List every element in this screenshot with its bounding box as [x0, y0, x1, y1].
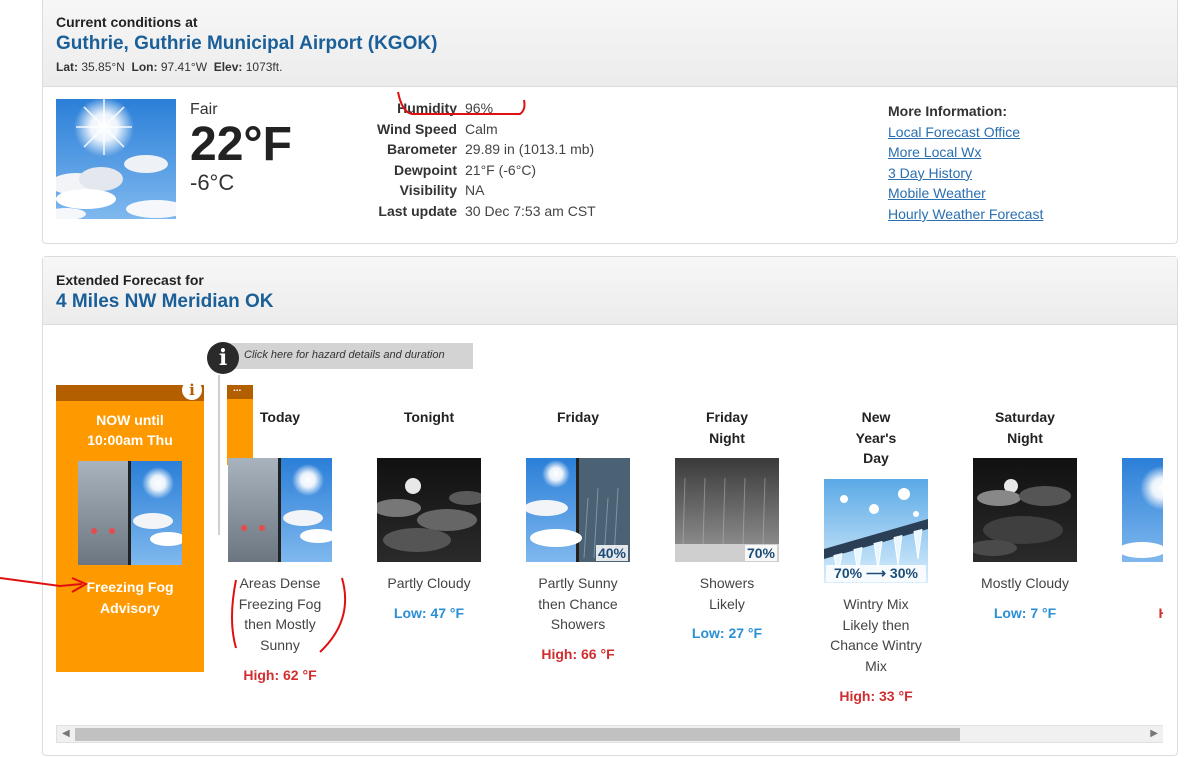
detail-key: Humidity — [397, 100, 457, 116]
period-name: Today — [259, 409, 301, 425]
hazard-now-title: NOW until 10:00am Thu — [87, 412, 173, 448]
scroll-left-icon[interactable]: ◀ — [62, 728, 70, 739]
forecast-period[interactable]: Today Areas Dense Freezing Fog then Mostly S… — [215, 407, 345, 683]
period-description: Partly Sunny then Chance Showers — [538, 575, 618, 633]
current-conditions-panel: Current conditions at Guthrie, Guthrie M… — [42, 0, 1178, 244]
detail-value: 30 Dec 7:53 am CST — [465, 202, 596, 219]
forecast-period[interactable]: Tonight Partly Cloudy Low: 47 °F — [364, 407, 494, 621]
period-name: Saturday Night — [995, 409, 1055, 446]
scroll-thumb[interactable] — [75, 728, 960, 741]
detail-row: Dewpoint 21°F (-6°C) — [373, 160, 600, 181]
detail-key: Dewpoint — [394, 161, 457, 178]
detail-value: Calm — [465, 120, 498, 137]
detail-value: NA — [465, 182, 485, 199]
detail-row: Barometer 29.89 in (1013.1 mb) — [373, 139, 600, 160]
station-title[interactable]: Guthrie, Guthrie Municipal Airport (KGOK… — [56, 33, 1164, 55]
detail-value: 21°F (-6°C) — [465, 161, 537, 178]
current-temp-f: 22°F — [190, 118, 292, 171]
weather-image[interactable] — [973, 458, 1077, 562]
detail-row: Humidity 96% — [373, 98, 600, 119]
more-info-link[interactable]: Hourly Weather Forecast — [888, 204, 1043, 225]
forecast-period[interactable]: Friday Night 70% Showers Likely Low: 27 °F — [662, 407, 792, 641]
precip-chance: 40% — [595, 545, 628, 561]
forecast-period[interactable]: Su Su High — [1109, 407, 1163, 621]
period-description: Wintry Mix Likely then Chance Wintry Mix — [830, 596, 922, 675]
detail-key: Wind Speed — [377, 120, 457, 137]
forecast-period[interactable]: New Year's Day 70% ⟶ 30% Wintry Mix Likely th… — [811, 407, 941, 704]
period-description: Areas Dense Freezing Fog then Mostly Sunny — [238, 575, 322, 654]
hazard-now-card[interactable]: i NOW until 10:00am Thu Freezing Fog Adv… — [56, 380, 204, 672]
detail-row: Wind Speed Calm — [373, 119, 600, 140]
station-coordinates: Lat: 35.85°N Lon: 97.41°W Elev: 1073ft. — [56, 60, 283, 74]
period-description: Mostly Cloudy — [981, 575, 1069, 591]
weather-image[interactable]: 70% — [675, 458, 779, 562]
high-temp: High — [1109, 605, 1163, 621]
current-details-table: Humidity 96% Wind Speed Calm Barometer 29.89 … — [373, 98, 600, 222]
forecast-period[interactable]: Friday 40% Partly Sunny then Chance Showers H… — [513, 407, 643, 662]
horizontal-scrollbar[interactable]: ◀ ▶ — [56, 725, 1163, 743]
more-information: More Information: Local Forecast Office M… — [888, 101, 1043, 225]
forecast-strip: i Click here for hazard details and dura… — [43, 257, 1163, 757]
period-name: Su — [1109, 407, 1163, 458]
current-conditions-header: Current conditions at Guthrie, Guthrie M… — [43, 0, 1177, 87]
precip-chance: 70% — [744, 545, 777, 561]
period-name: New Year's Day — [855, 409, 897, 466]
extended-forecast-panel: Extended Forecast for 4 Miles NW Meridia… — [42, 256, 1178, 756]
low-temp: Low: 27 °F — [691, 625, 763, 642]
weather-image[interactable] — [377, 458, 481, 562]
hazard-details-text: Click here for hazard details and durati… — [244, 349, 445, 361]
high-temp: High: 62 °F — [243, 666, 317, 683]
detail-value: 29.89 in (1013.1 mb) — [465, 141, 595, 158]
hazard-now-label[interactable]: Freezing Fog Advisory — [56, 577, 204, 619]
period-name: Friday Night — [705, 409, 748, 446]
high-temp: High: 66 °F — [541, 646, 615, 663]
forecast-period[interactable]: Saturday Night Mostly Cloudy Low: 7 °F — [960, 407, 1090, 621]
current-temp-c: -6°C — [190, 170, 235, 195]
current-condition: Fair — [190, 101, 218, 118]
low-temp: Low: 47 °F — [393, 604, 465, 621]
detail-key: Last update — [378, 202, 457, 219]
period-description: Su — [1109, 573, 1163, 594]
more-info-link[interactable]: Local Forecast Office — [888, 122, 1043, 143]
high-temp: High: 33 °F — [839, 687, 913, 704]
detail-row: Last update 30 Dec 7:53 am CST — [373, 201, 600, 222]
period-name: Tonight — [403, 409, 455, 425]
period-description: Partly Cloudy — [387, 575, 471, 591]
detail-row: Visibility NA — [373, 180, 600, 201]
detail-value: 96% — [465, 100, 494, 116]
info-icon[interactable]: i — [182, 380, 202, 400]
period-name: Friday — [556, 409, 599, 425]
more-info-link[interactable]: Mobile Weather — [888, 183, 1043, 204]
weather-image[interactable]: 70% ⟶ 30% — [824, 479, 928, 583]
period-description: Showers Likely — [699, 575, 755, 612]
detail-key: Visibility — [399, 182, 457, 199]
info-icon[interactable]: i — [207, 342, 239, 374]
fog-image — [78, 461, 182, 565]
more-information-title: More Information: — [888, 103, 1007, 119]
more-info-link[interactable]: 3 Day History — [888, 163, 1043, 184]
weather-image[interactable] — [228, 458, 332, 562]
scroll-right-icon[interactable]: ▶ — [1150, 728, 1158, 739]
more-info-link[interactable]: More Local Wx — [888, 142, 1043, 163]
weather-image[interactable]: 40% — [526, 458, 630, 562]
low-temp: Low: 7 °F — [993, 604, 1057, 621]
weather-image[interactable] — [1122, 458, 1163, 562]
current-summary: Fair 22°F -6°C — [190, 101, 292, 196]
detail-key: Barometer — [386, 141, 457, 158]
precip-chance: 70% ⟶ 30% — [826, 565, 926, 582]
current-sun-image — [56, 99, 176, 219]
hazard-details-button[interactable]: i Click here for hazard details and dura… — [207, 342, 475, 374]
current-conditions-label: Current conditions at — [56, 14, 198, 30]
